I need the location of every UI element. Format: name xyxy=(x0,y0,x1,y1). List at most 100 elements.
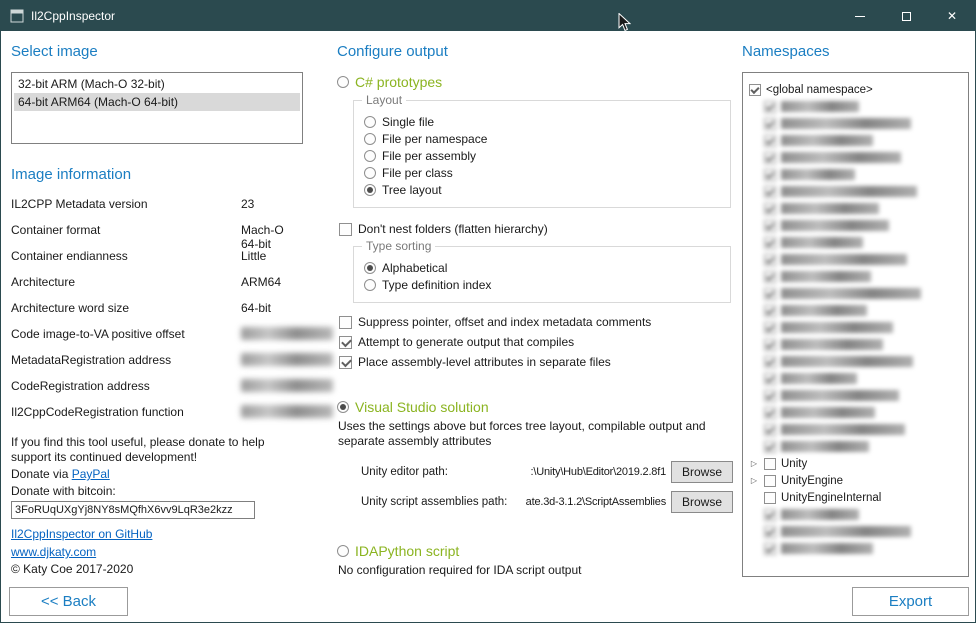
checkbox-option[interactable]: Suppress pointer, offset and index metad… xyxy=(339,315,733,329)
info-label: Code image-to-VA positive offset xyxy=(11,327,241,341)
checkbox-icon[interactable] xyxy=(764,441,776,453)
namespace-item[interactable] xyxy=(749,336,962,353)
namespace-item[interactable] xyxy=(749,353,962,370)
listbox-item[interactable]: 64-bit ARM64 (Mach-O 64-bit) xyxy=(14,93,300,111)
namespace-item[interactable] xyxy=(749,523,962,540)
checkbox-icon[interactable] xyxy=(764,509,776,521)
close-button[interactable]: ✕ xyxy=(929,1,975,31)
namespace-item[interactable] xyxy=(749,404,962,421)
image-listbox[interactable]: 32-bit ARM (Mach-O 32-bit)64-bit ARM64 (… xyxy=(11,72,303,144)
checkbox-label: Attempt to generate output that compiles xyxy=(358,335,574,349)
namespace-item[interactable] xyxy=(749,285,962,302)
namespace-item[interactable] xyxy=(749,149,962,166)
namespace-item[interactable] xyxy=(749,98,962,115)
namespace-item[interactable] xyxy=(749,217,962,234)
namespace-label: Unity xyxy=(781,458,807,470)
checkbox-icon[interactable] xyxy=(764,339,776,351)
namespace-item[interactable] xyxy=(749,115,962,132)
checkbox-icon[interactable] xyxy=(764,271,776,283)
namespace-item[interactable] xyxy=(749,506,962,523)
website-link[interactable]: www.djkaty.com xyxy=(11,545,96,559)
redacted-namespace xyxy=(781,135,873,146)
idapython-script-radio[interactable]: IDAPython script xyxy=(337,543,733,559)
titlebar[interactable]: Il2CppInspector ✕ xyxy=(1,1,975,31)
namespace-item[interactable]: UnityEngineInternal xyxy=(749,489,962,506)
checkbox-icon[interactable] xyxy=(764,254,776,266)
namespace-item[interactable] xyxy=(749,319,962,336)
namespace-item[interactable] xyxy=(749,540,962,557)
namespace-item[interactable] xyxy=(749,268,962,285)
checkbox-icon[interactable] xyxy=(764,322,776,334)
namespace-item[interactable]: ▷UnityEngine xyxy=(749,472,962,489)
script-assemblies-path-value[interactable]: ate.3d-3.1.2\ScriptAssemblies xyxy=(519,496,671,508)
paypal-link[interactable]: PayPal xyxy=(72,467,110,481)
radio-option[interactable]: File per namespace xyxy=(364,131,720,147)
expander-icon[interactable]: ▷ xyxy=(749,477,759,485)
checkbox-icon[interactable] xyxy=(764,458,776,470)
checkbox-icon[interactable] xyxy=(764,237,776,249)
namespace-item[interactable] xyxy=(749,132,962,149)
maximize-icon xyxy=(902,12,911,21)
namespace-item[interactable] xyxy=(749,421,962,438)
radio-option[interactable]: File per assembly xyxy=(364,148,720,164)
radio-option[interactable]: Tree layout xyxy=(364,182,720,198)
checkbox-icon[interactable] xyxy=(764,475,776,487)
namespace-item[interactable] xyxy=(749,234,962,251)
unity-editor-path-value[interactable]: :\Unity\Hub\Editor\2019.2.8f1 xyxy=(519,466,671,478)
checkbox-icon[interactable] xyxy=(764,186,776,198)
radio-option[interactable]: Single file xyxy=(364,114,720,130)
browse-editor-path-button[interactable]: Browse xyxy=(671,461,733,483)
checkbox-icon[interactable] xyxy=(764,492,776,504)
checkbox-icon[interactable] xyxy=(764,169,776,181)
checkbox-icon[interactable] xyxy=(764,543,776,555)
checkbox-icon[interactable] xyxy=(764,526,776,538)
radio-option[interactable]: File per class xyxy=(364,165,720,181)
checkbox-option[interactable]: Place assembly-level attributes in separ… xyxy=(339,355,733,369)
browse-assemblies-path-button[interactable]: Browse xyxy=(671,491,733,513)
export-button[interactable]: Export xyxy=(852,587,969,616)
namespace-item[interactable] xyxy=(749,302,962,319)
back-button[interactable]: << Back xyxy=(9,587,128,616)
namespace-item[interactable] xyxy=(749,387,962,404)
namespace-item[interactable]: ▷ Unity xyxy=(749,455,962,472)
namespace-item[interactable]: <global namespace> xyxy=(749,81,962,98)
namespace-item[interactable] xyxy=(749,370,962,387)
flatten-hierarchy-checkbox[interactable]: Don't nest folders (flatten hierarchy) xyxy=(339,222,733,236)
bitcoin-address-input[interactable] xyxy=(11,501,255,519)
checkbox-icon[interactable] xyxy=(764,135,776,147)
checkbox-icon[interactable] xyxy=(764,373,776,385)
maximize-button[interactable] xyxy=(883,1,929,31)
checkbox-icon[interactable] xyxy=(764,118,776,130)
namespace-item[interactable] xyxy=(749,438,962,455)
checkbox-icon[interactable] xyxy=(764,220,776,232)
checkbox-icon xyxy=(339,356,352,369)
csharp-prototypes-radio[interactable]: C# prototypes xyxy=(337,74,733,90)
checkbox-icon[interactable] xyxy=(764,152,776,164)
info-label: Container endianness xyxy=(11,249,241,263)
minimize-button[interactable] xyxy=(837,1,883,31)
checkbox-icon[interactable] xyxy=(764,101,776,113)
namespace-item[interactable] xyxy=(749,166,962,183)
checkbox-icon[interactable] xyxy=(764,203,776,215)
visual-studio-radio[interactable]: Visual Studio solution xyxy=(337,399,733,415)
expander-icon[interactable]: ▷ xyxy=(749,460,759,468)
namespace-item[interactable] xyxy=(749,183,962,200)
redacted-namespace xyxy=(781,288,921,299)
checkbox-option[interactable]: Attempt to generate output that compiles xyxy=(339,335,733,349)
checkbox-icon[interactable] xyxy=(764,424,776,436)
checkbox-icon[interactable] xyxy=(764,407,776,419)
checkbox-icon[interactable] xyxy=(749,84,761,96)
idapython-script-label: IDAPython script xyxy=(355,543,459,559)
donate-paypal-prefix: Donate via xyxy=(11,467,72,481)
radio-option[interactable]: Alphabetical xyxy=(364,260,720,276)
checkbox-icon[interactable] xyxy=(764,390,776,402)
namespace-item[interactable] xyxy=(749,200,962,217)
radio-option[interactable]: Type definition index xyxy=(364,277,720,293)
namespace-item[interactable] xyxy=(749,251,962,268)
namespace-list[interactable]: <global namespace> ▷ Unity ▷UnityEngineUnit… xyxy=(742,72,969,577)
checkbox-icon[interactable] xyxy=(764,288,776,300)
checkbox-icon[interactable] xyxy=(764,356,776,368)
checkbox-icon[interactable] xyxy=(764,305,776,317)
github-link[interactable]: Il2CppInspector on GitHub xyxy=(11,527,152,541)
listbox-item[interactable]: 32-bit ARM (Mach-O 32-bit) xyxy=(14,75,300,93)
